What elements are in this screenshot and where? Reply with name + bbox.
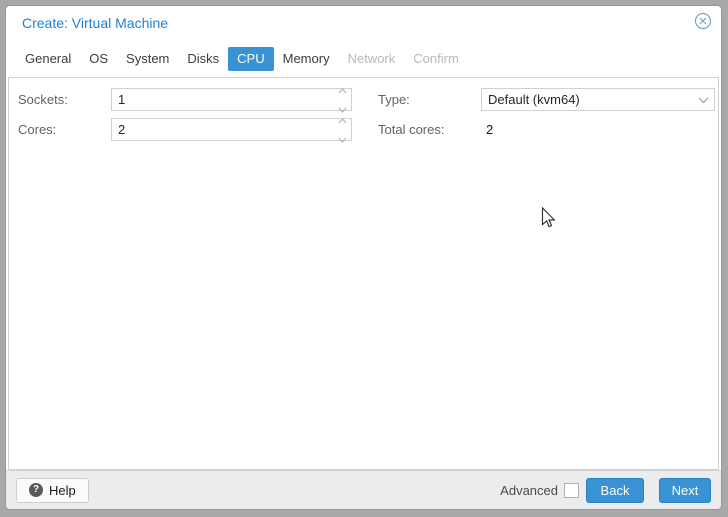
cores-label: Cores: [18,118,56,141]
close-button[interactable] [694,14,712,32]
back-button[interactable]: Back [586,478,644,503]
next-button-label: Next [672,483,699,498]
total-cores-value: 2 [486,118,493,141]
spinner-up-icon [338,111,347,129]
help-button[interactable]: ? Help [16,478,89,503]
spinner-down-icon [338,130,347,148]
tab-general[interactable]: General [16,47,80,71]
cpu-type-combobox[interactable]: Default (kvm64) [481,88,715,111]
sockets-label: Sockets: [18,88,68,111]
sockets-spin-buttons[interactable] [333,89,351,110]
tab-system[interactable]: System [117,47,178,71]
chevron-down-icon [698,91,709,109]
total-cores-label: Total cores: [378,118,444,141]
tab-network: Network [339,47,405,71]
back-button-label: Back [601,483,630,498]
cpu-type-dropdown-trigger[interactable] [692,89,714,110]
tab-confirm: Confirm [404,47,468,71]
titlebar: Create: Virtual Machine [6,6,721,41]
help-button-label: Help [49,483,76,498]
dialog-title: Create: Virtual Machine [22,15,168,31]
next-button[interactable]: Next [659,478,711,503]
create-vm-dialog: Create: Virtual Machine General OS Syste… [5,5,722,510]
cores-spinner[interactable]: 2 [111,118,352,141]
help-icon: ? [29,483,43,497]
advanced-checkbox[interactable] [564,483,579,498]
spinner-up-icon [338,81,347,99]
advanced-label: Advanced [500,483,558,498]
tab-cpu[interactable]: CPU [228,47,273,71]
cores-value[interactable]: 2 [112,119,333,140]
cpu-type-label: Type: [378,88,410,111]
tab-memory[interactable]: Memory [274,47,339,71]
screen: { "window": { "title": "Create: Virtual … [0,0,728,517]
sockets-spinner[interactable]: 1 [111,88,352,111]
cpu-type-value[interactable]: Default (kvm64) [482,89,692,110]
footer-actions: Advanced Back Next [500,478,711,503]
tab-os[interactable]: OS [80,47,117,71]
wizard-tabbar: General OS System Disks CPU Memory Netwo… [6,41,721,77]
cpu-form-panel: Sockets: 1 Cores: 2 [8,77,719,470]
dialog-footer: ? Help Advanced Back Next [6,470,721,509]
tab-disks[interactable]: Disks [178,47,228,71]
sockets-value[interactable]: 1 [112,89,333,110]
close-icon [694,12,712,35]
cores-spin-buttons[interactable] [333,119,351,140]
